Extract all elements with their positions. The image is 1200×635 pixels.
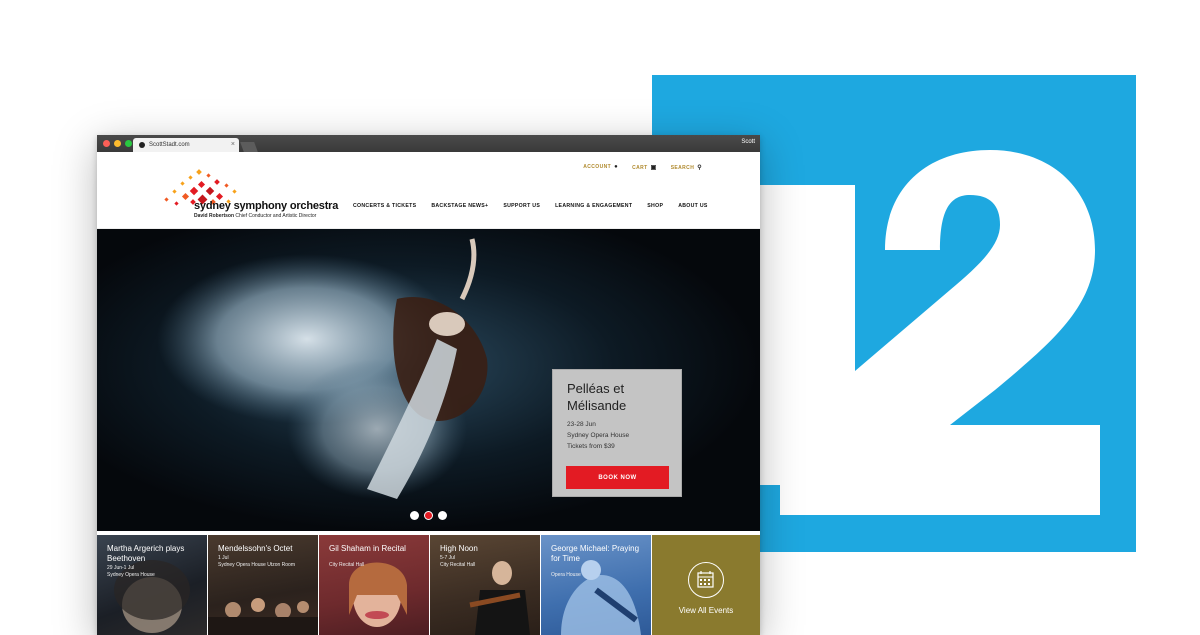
event-title: Mendelssohn's Octet — [218, 544, 293, 553]
featured-event-title: Pelléas et Mélisande — [567, 380, 667, 414]
featured-event-venue: Sydney Opera House — [567, 432, 630, 439]
event-venue: City Recital Hall — [440, 562, 476, 568]
logo-title: sydney symphony orchestra — [194, 200, 339, 212]
nav-shop[interactable]: SHOP — [647, 203, 663, 209]
event-venue: Sydney Opera House — [107, 572, 155, 578]
event-title: Gil Shaham in Recital — [329, 544, 406, 553]
window-controls — [103, 140, 132, 147]
nav-concerts-tickets[interactable]: CONCERTS & TICKETS — [353, 203, 416, 209]
logo-sub-name: David Robertson — [194, 213, 235, 219]
slide-dot-3[interactable] — [438, 511, 447, 520]
event-date: 1 Jul — [218, 555, 229, 561]
event-venue: Opera House — [551, 572, 581, 578]
minimize-window-button[interactable] — [114, 140, 121, 147]
featured-event-price: Tickets from $39 — [567, 443, 615, 450]
book-now-button[interactable]: BOOK NOW — [566, 466, 669, 489]
maximize-window-button[interactable] — [125, 140, 132, 147]
event-card[interactable]: High Noon 5-7 Jul City Recital Hall — [430, 535, 540, 635]
event-venue: City Recital Hall — [329, 562, 365, 568]
site-header: sydney symphony orchestra David Robertso… — [97, 152, 760, 229]
featured-event-title-line1: Pelléas et — [567, 381, 625, 396]
tab-close-icon[interactable]: × — [231, 141, 235, 148]
featured-event-title-line2: Mélisande — [567, 398, 627, 413]
event-card[interactable]: Martha Argerich plays Beethoven 29 Jun-1… — [97, 535, 207, 635]
cart-icon: ▣ — [650, 165, 657, 171]
browser-titlebar: ScottStadt.com × Scott — [97, 135, 760, 152]
account-label: ACCOUNT — [583, 164, 612, 170]
event-card[interactable]: Mendelssohn's Octet 1 Jul Sydney Opera H… — [208, 535, 318, 635]
account-link[interactable]: ACCOUNT ● — [583, 164, 618, 171]
nav-about-us[interactable]: ABOUT US — [678, 203, 708, 209]
slider-pagination — [410, 511, 447, 520]
user-icon: ● — [614, 164, 619, 170]
brand-number-two — [780, 150, 1100, 515]
event-card[interactable]: George Michael: Praying for Time Opera H… — [541, 535, 651, 635]
browser-tab[interactable]: ScottStadt.com × — [133, 138, 239, 152]
event-title: Martha Argerich plays Beethoven — [107, 544, 185, 563]
slide-dot-1[interactable] — [410, 511, 419, 520]
events-strip: Martha Argerich plays Beethoven 29 Jun-1… — [97, 535, 760, 635]
event-card[interactable]: Gil Shaham in Recital City Recital Hall — [319, 535, 429, 635]
event-venue: Sydney Opera House Utzon Room — [218, 562, 295, 568]
featured-event-card: Pelléas et Mélisande 23-28 Jun Sydney Op… — [552, 369, 682, 497]
view-all-events-card[interactable]: View All Events — [652, 535, 760, 635]
close-window-button[interactable] — [103, 140, 110, 147]
cart-link[interactable]: CART ▣ — [632, 164, 657, 171]
event-date: 5-7 Jul — [440, 555, 456, 561]
browser-user-name[interactable]: Scott — [741, 139, 755, 145]
logo-sub-role: Chief Conductor and Artistic Director — [235, 213, 317, 219]
logo-subtitle: David Robertson Chief Conductor and Arti… — [194, 213, 338, 219]
nav-support-us[interactable]: SUPPORT US — [503, 203, 540, 209]
search-link[interactable]: SEARCH ⚲ — [671, 164, 702, 171]
featured-event-date: 23-28 Jun — [567, 421, 596, 428]
event-date: 29 Jun-1 Jul — [107, 565, 135, 571]
nav-learning-engagement[interactable]: LEARNING & ENGAGEMENT — [555, 203, 632, 209]
search-icon: ⚲ — [697, 165, 702, 171]
hero-slider[interactable]: Pelléas et Mélisande 23-28 Jun Sydney Op… — [97, 229, 760, 531]
cart-label: CART — [632, 165, 648, 171]
favicon-icon — [139, 142, 145, 148]
nav-backstage-news[interactable]: BACKSTAGE NEWS+ — [431, 203, 488, 209]
search-label: SEARCH — [670, 165, 695, 171]
utility-nav: ACCOUNT ● CART ▣ SEARCH ⚲ — [583, 164, 702, 171]
main-nav: CONCERTS & TICKETS BACKSTAGE NEWS+ SUPPO… — [353, 203, 708, 209]
slide-dot-2[interactable] — [424, 511, 433, 520]
event-title: George Michael: Praying for Time — [551, 544, 640, 563]
featured-event-details: 23-28 Jun Sydney Opera House Tickets fro… — [567, 419, 667, 452]
new-tab-button[interactable] — [240, 142, 258, 152]
view-all-events-label: View All Events — [678, 606, 734, 615]
browser-window: ScottStadt.com × Scott sydney symphony o… — [97, 135, 760, 635]
event-title: High Noon — [440, 544, 478, 553]
browser-tab-title: ScottStadt.com — [149, 142, 190, 148]
calendar-icon — [688, 562, 724, 598]
logo-wordmark[interactable]: sydney symphony orchestra David Robertso… — [194, 200, 338, 219]
